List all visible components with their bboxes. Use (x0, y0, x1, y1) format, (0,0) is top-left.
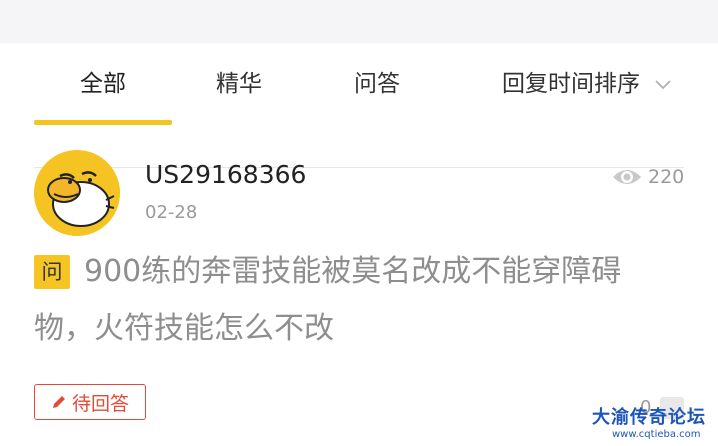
avatar[interactable] (34, 150, 120, 236)
filter-tabs: 全部 精华 问答 回复时间排序 (0, 43, 718, 168)
view-count: 220 (612, 166, 684, 188)
post-title-line-2[interactable]: 物，火符技能怎么不改 (34, 309, 334, 349)
chevron-down-icon (655, 80, 671, 90)
post-title-line-1[interactable]: 900练的奔雷技能被莫名改成不能穿障碍 (84, 252, 621, 292)
tab-all[interactable]: 全部 (80, 69, 126, 99)
view-count-value: 220 (648, 166, 685, 188)
top-bar (0, 0, 718, 43)
duck-avatar (34, 150, 120, 236)
sort-dropdown[interactable]: 回复时间排序 (502, 69, 672, 99)
eye-icon (613, 170, 641, 184)
tab-qa[interactable]: 问答 (354, 69, 400, 99)
pending-answer-label: 待回答 (71, 392, 129, 415)
watermark-title: 大渝传奇论坛 (592, 407, 706, 428)
tab-featured[interactable]: 精华 (216, 69, 262, 99)
active-tab-indicator (34, 120, 172, 125)
question-badge: 问 (34, 255, 70, 289)
tabs-divider (34, 167, 684, 168)
post-date: 02-28 (145, 202, 198, 223)
watermark: 大渝传奇论坛 www.cqtieba.com (592, 403, 716, 440)
post-author[interactable]: US29168366 (145, 160, 306, 190)
pending-answer-button[interactable]: 待回答 (34, 384, 146, 420)
watermark-url: www.cqtieba.com (612, 429, 701, 440)
pencil-icon (52, 396, 65, 408)
sort-label: 回复时间排序 (502, 71, 640, 97)
